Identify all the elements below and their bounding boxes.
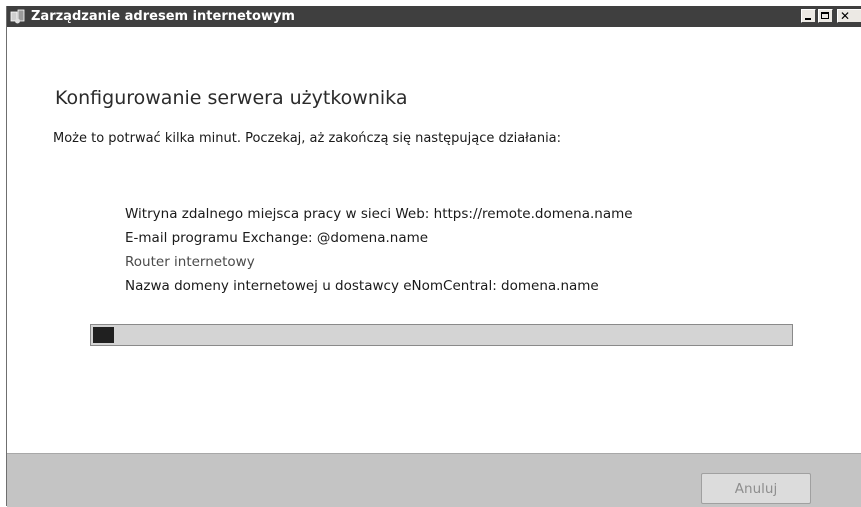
maximize-icon <box>821 12 829 19</box>
task-item-exchange-email: E-mail programu Exchange: @domena.name <box>125 230 429 246</box>
task-item-domain-name: Nazwa domeny internetowej u dostawcy eNo… <box>125 278 599 294</box>
title-bar: Zarządzanie adresem internetowym ✕ <box>7 6 861 27</box>
cancel-button[interactable]: Anuluj <box>701 473 811 504</box>
page-subtitle: Może to potrwać kilka minut. Poczekaj, a… <box>53 131 562 146</box>
progress-bar <box>90 324 793 346</box>
app-icon <box>10 9 25 24</box>
minimize-button[interactable] <box>801 9 816 23</box>
close-button[interactable]: ✕ <box>837 9 861 23</box>
window-title: Zarządzanie adresem internetowym <box>31 9 295 24</box>
footer-bar: Anuluj <box>7 453 861 507</box>
progress-fill <box>93 327 114 343</box>
close-icon: ✕ <box>840 9 851 23</box>
page-title: Konfigurowanie serwera użytkownika <box>55 87 408 109</box>
task-list: Witryna zdalnego miejsca pracy w sieci W… <box>125 202 633 298</box>
task-item-router: Router internetowy <box>125 254 255 270</box>
maximize-button[interactable] <box>818 9 833 23</box>
minimize-icon <box>805 18 811 20</box>
task-item-remote-web: Witryna zdalnego miejsca pracy w sieci W… <box>125 206 633 222</box>
dialog-window: Zarządzanie adresem internetowym ✕ Konfi… <box>6 6 861 507</box>
